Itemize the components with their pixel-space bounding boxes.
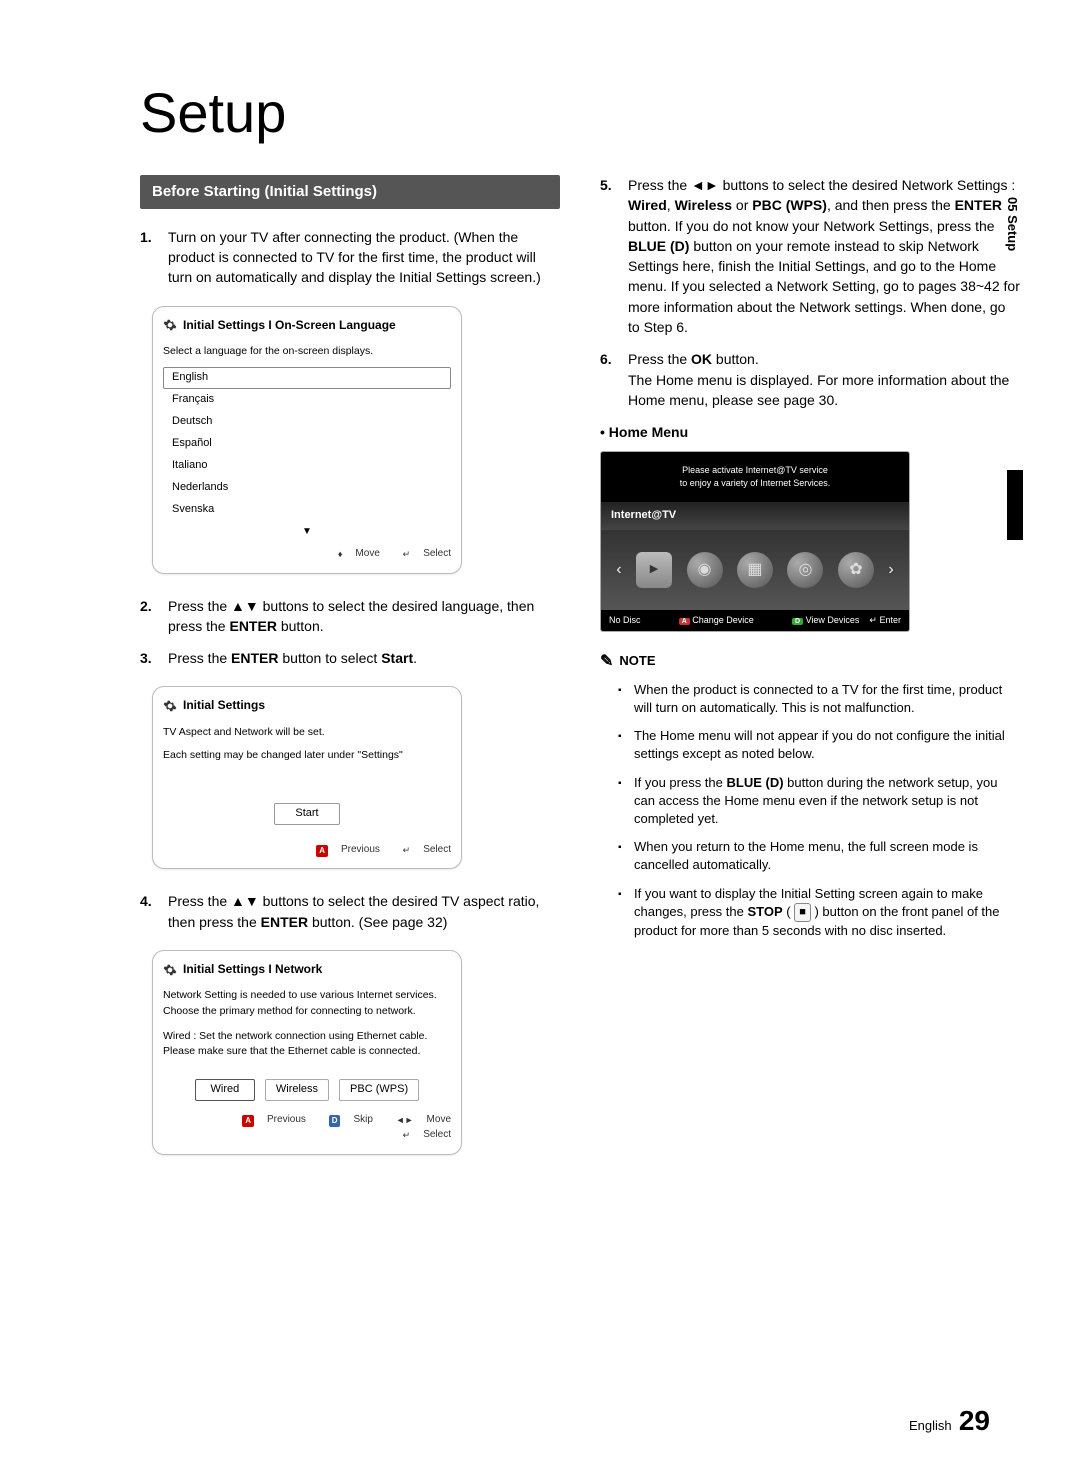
step-4: Press the ▲▼ buttons to select the desir… bbox=[140, 891, 560, 932]
ui1-move: ♦Move bbox=[328, 547, 380, 562]
ui2-line2: Each setting may be changed later under … bbox=[163, 748, 451, 763]
gear-icon bbox=[163, 318, 177, 332]
lang-item[interactable]: Deutsch bbox=[163, 411, 451, 433]
home-view: View Devices bbox=[806, 615, 860, 625]
note-item: If you want to display the Initial Setti… bbox=[618, 885, 1020, 941]
ui3-prev: A Previous bbox=[232, 1113, 306, 1128]
page-title: Setup bbox=[140, 80, 1020, 145]
section-header: Before Starting (Initial Settings) bbox=[140, 175, 560, 209]
ui2-select: ↵Select bbox=[393, 843, 451, 858]
lang-item[interactable]: Italiano bbox=[163, 455, 451, 477]
wired-button[interactable]: Wired bbox=[195, 1079, 255, 1101]
note-item: When you return to the Home menu, the fu… bbox=[618, 838, 1020, 874]
ui-initial-box: Initial Settings TV Aspect and Network w… bbox=[152, 686, 462, 869]
chevron-right-icon: › bbox=[888, 558, 893, 581]
ui-network-box: Initial Settings I Network Network Setti… bbox=[152, 950, 462, 1155]
left-column: Before Starting (Initial Settings) Turn … bbox=[140, 175, 560, 1177]
note-item: If you press the BLUE (D) button during … bbox=[618, 774, 1020, 829]
wireless-button[interactable]: Wireless bbox=[265, 1079, 329, 1101]
home-title: Internet@TV bbox=[601, 502, 909, 530]
pbc-button[interactable]: PBC (WPS) bbox=[339, 1079, 419, 1101]
ui1-title: Initial Settings I On-Screen Language bbox=[183, 317, 396, 334]
note-icon: ✎ bbox=[600, 650, 613, 673]
ui3-select: ↵ Select bbox=[393, 1128, 451, 1143]
step-2: Press the ▲▼ buttons to select the desir… bbox=[140, 596, 560, 637]
home-change: Change Device bbox=[692, 615, 754, 625]
lang-item[interactable]: English bbox=[163, 367, 451, 389]
media-icon[interactable]: ◎ bbox=[787, 552, 823, 588]
youtube-icon[interactable]: ▶ bbox=[636, 552, 672, 588]
notes-list: When the product is connected to a TV fo… bbox=[600, 681, 1020, 940]
home-nodisc: No Disc bbox=[609, 614, 641, 627]
ui1-label: Select a language for the on-screen disp… bbox=[163, 344, 451, 359]
page-content: Setup Before Starting (Initial Settings)… bbox=[0, 0, 1080, 1207]
note-item: When the product is connected to a TV fo… bbox=[618, 681, 1020, 717]
note-item: The Home menu will not appear if you do … bbox=[618, 727, 1020, 763]
step-3: Press the ENTER button to select Start. bbox=[140, 648, 560, 668]
lang-item[interactable]: Svenska bbox=[163, 499, 451, 521]
home-heading: • Home Menu bbox=[600, 422, 1020, 442]
gear-icon bbox=[163, 699, 177, 713]
ui3-skip: D Skip bbox=[319, 1113, 373, 1128]
ui3-line1: Network Setting is needed to use various… bbox=[163, 988, 451, 1018]
settings-icon[interactable]: ✿ bbox=[838, 552, 874, 588]
lang-item[interactable]: Nederlands bbox=[163, 477, 451, 499]
step-6: Press the OK button. The Home menu is di… bbox=[600, 349, 1020, 410]
step-1: Turn on your TV after connecting the pro… bbox=[140, 227, 560, 288]
page-footer: English 29 bbox=[909, 1405, 990, 1437]
lang-item[interactable]: Français bbox=[163, 389, 451, 411]
step-5: Press the ◄► buttons to select the desir… bbox=[600, 175, 1020, 337]
photo-icon[interactable]: ▦ bbox=[737, 552, 773, 588]
home-menu-figure: Please activate Internet@TV service to e… bbox=[600, 451, 910, 632]
ui2-prev: A Previous bbox=[306, 843, 380, 858]
language-list: English Français Deutsch Español Italian… bbox=[163, 367, 451, 521]
home-top2: to enjoy a variety of Internet Services. bbox=[680, 478, 831, 488]
ui1-select: ↵Select bbox=[393, 547, 451, 562]
start-button[interactable]: Start bbox=[274, 803, 339, 825]
disc-icon[interactable]: ◉ bbox=[687, 552, 723, 588]
note-header: ✎ NOTE bbox=[600, 650, 1020, 673]
ui2-line1: TV Aspect and Network will be set. bbox=[163, 725, 451, 740]
home-top1: Please activate Internet@TV service bbox=[682, 465, 828, 475]
chevron-left-icon: ‹ bbox=[616, 558, 621, 581]
ui3-line2: Wired : Set the network connection using… bbox=[163, 1029, 451, 1059]
home-enter: Enter bbox=[879, 615, 901, 625]
ui3-move: ◄► Move bbox=[386, 1113, 451, 1128]
stop-icon: ■ bbox=[794, 903, 811, 922]
right-column: Press the ◄► buttons to select the desir… bbox=[600, 175, 1020, 1177]
ui2-title: Initial Settings bbox=[183, 697, 265, 714]
gear-icon bbox=[163, 963, 177, 977]
scroll-indicator: ▼ bbox=[163, 525, 451, 540]
lang-item[interactable]: Español bbox=[163, 433, 451, 455]
ui-language-box: Initial Settings I On-Screen Language Se… bbox=[152, 306, 462, 574]
ui3-title: Initial Settings I Network bbox=[183, 961, 322, 978]
